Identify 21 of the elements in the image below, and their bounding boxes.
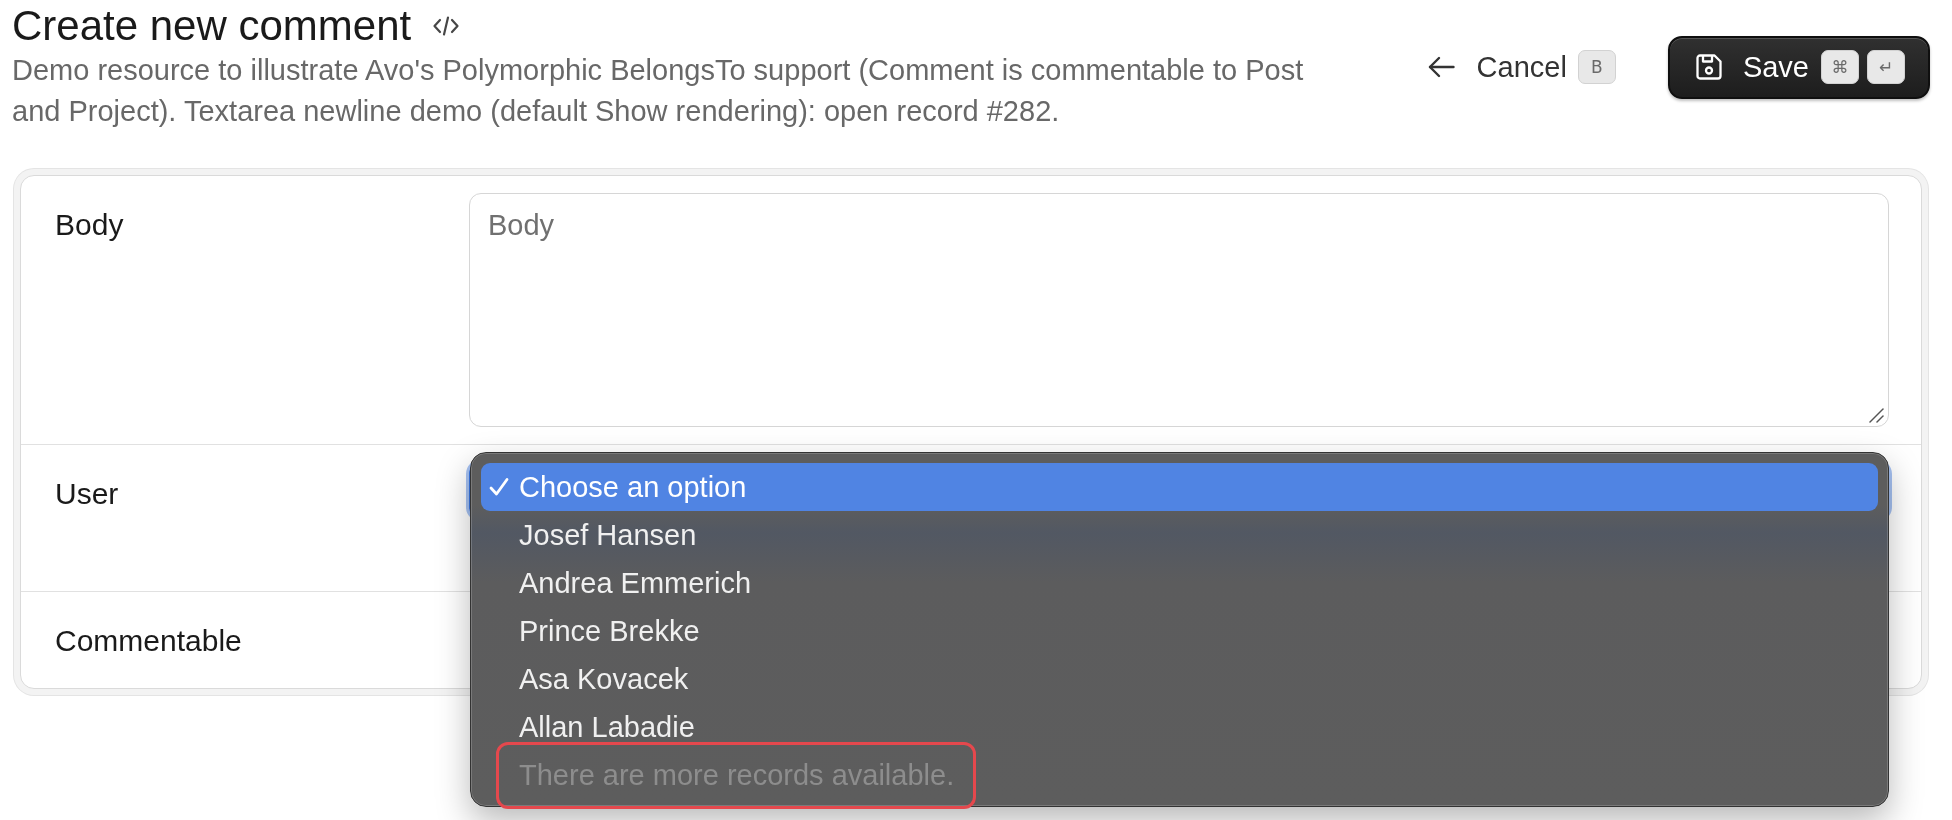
dropdown-option[interactable]: Andrea Emmerich [481,559,1878,607]
dropdown-option[interactable]: Allan Labadie [481,703,1878,751]
keyboard-shortcut: B [1577,50,1616,84]
field-label: Body [55,208,124,241]
save-button[interactable]: Save ⌘ ↵ [1667,35,1930,99]
keyboard-shortcut: ⌘ [1821,50,1859,84]
keyboard-shortcut: ↵ [1867,50,1905,84]
dropdown-option[interactable]: Asa Kovacek [481,655,1878,703]
dropdown-option[interactable]: Choose an option [481,463,1878,511]
cancel-button[interactable]: Cancel B [1427,44,1616,90]
page-description: Demo resource to illustrate Avo's Polymorphic BelongsTo support (Comment is commentable to Post and Project). Textarea newline demo (default Show rendering): open record #282. [12,53,1305,129]
field-label: Commentable [55,624,242,657]
body-textarea[interactable]: Body [469,193,1889,427]
resize-grip-icon [1869,408,1884,423]
checkmark-icon [489,477,509,497]
dropdown-option[interactable]: Prince Brekke [481,607,1878,655]
page-title: Create new comment [12,2,412,50]
arrow-left-icon [1427,56,1455,78]
dropdown-option[interactable]: Josef Hansen [481,511,1878,559]
field-label: User [55,477,119,510]
code-icon [433,16,460,36]
